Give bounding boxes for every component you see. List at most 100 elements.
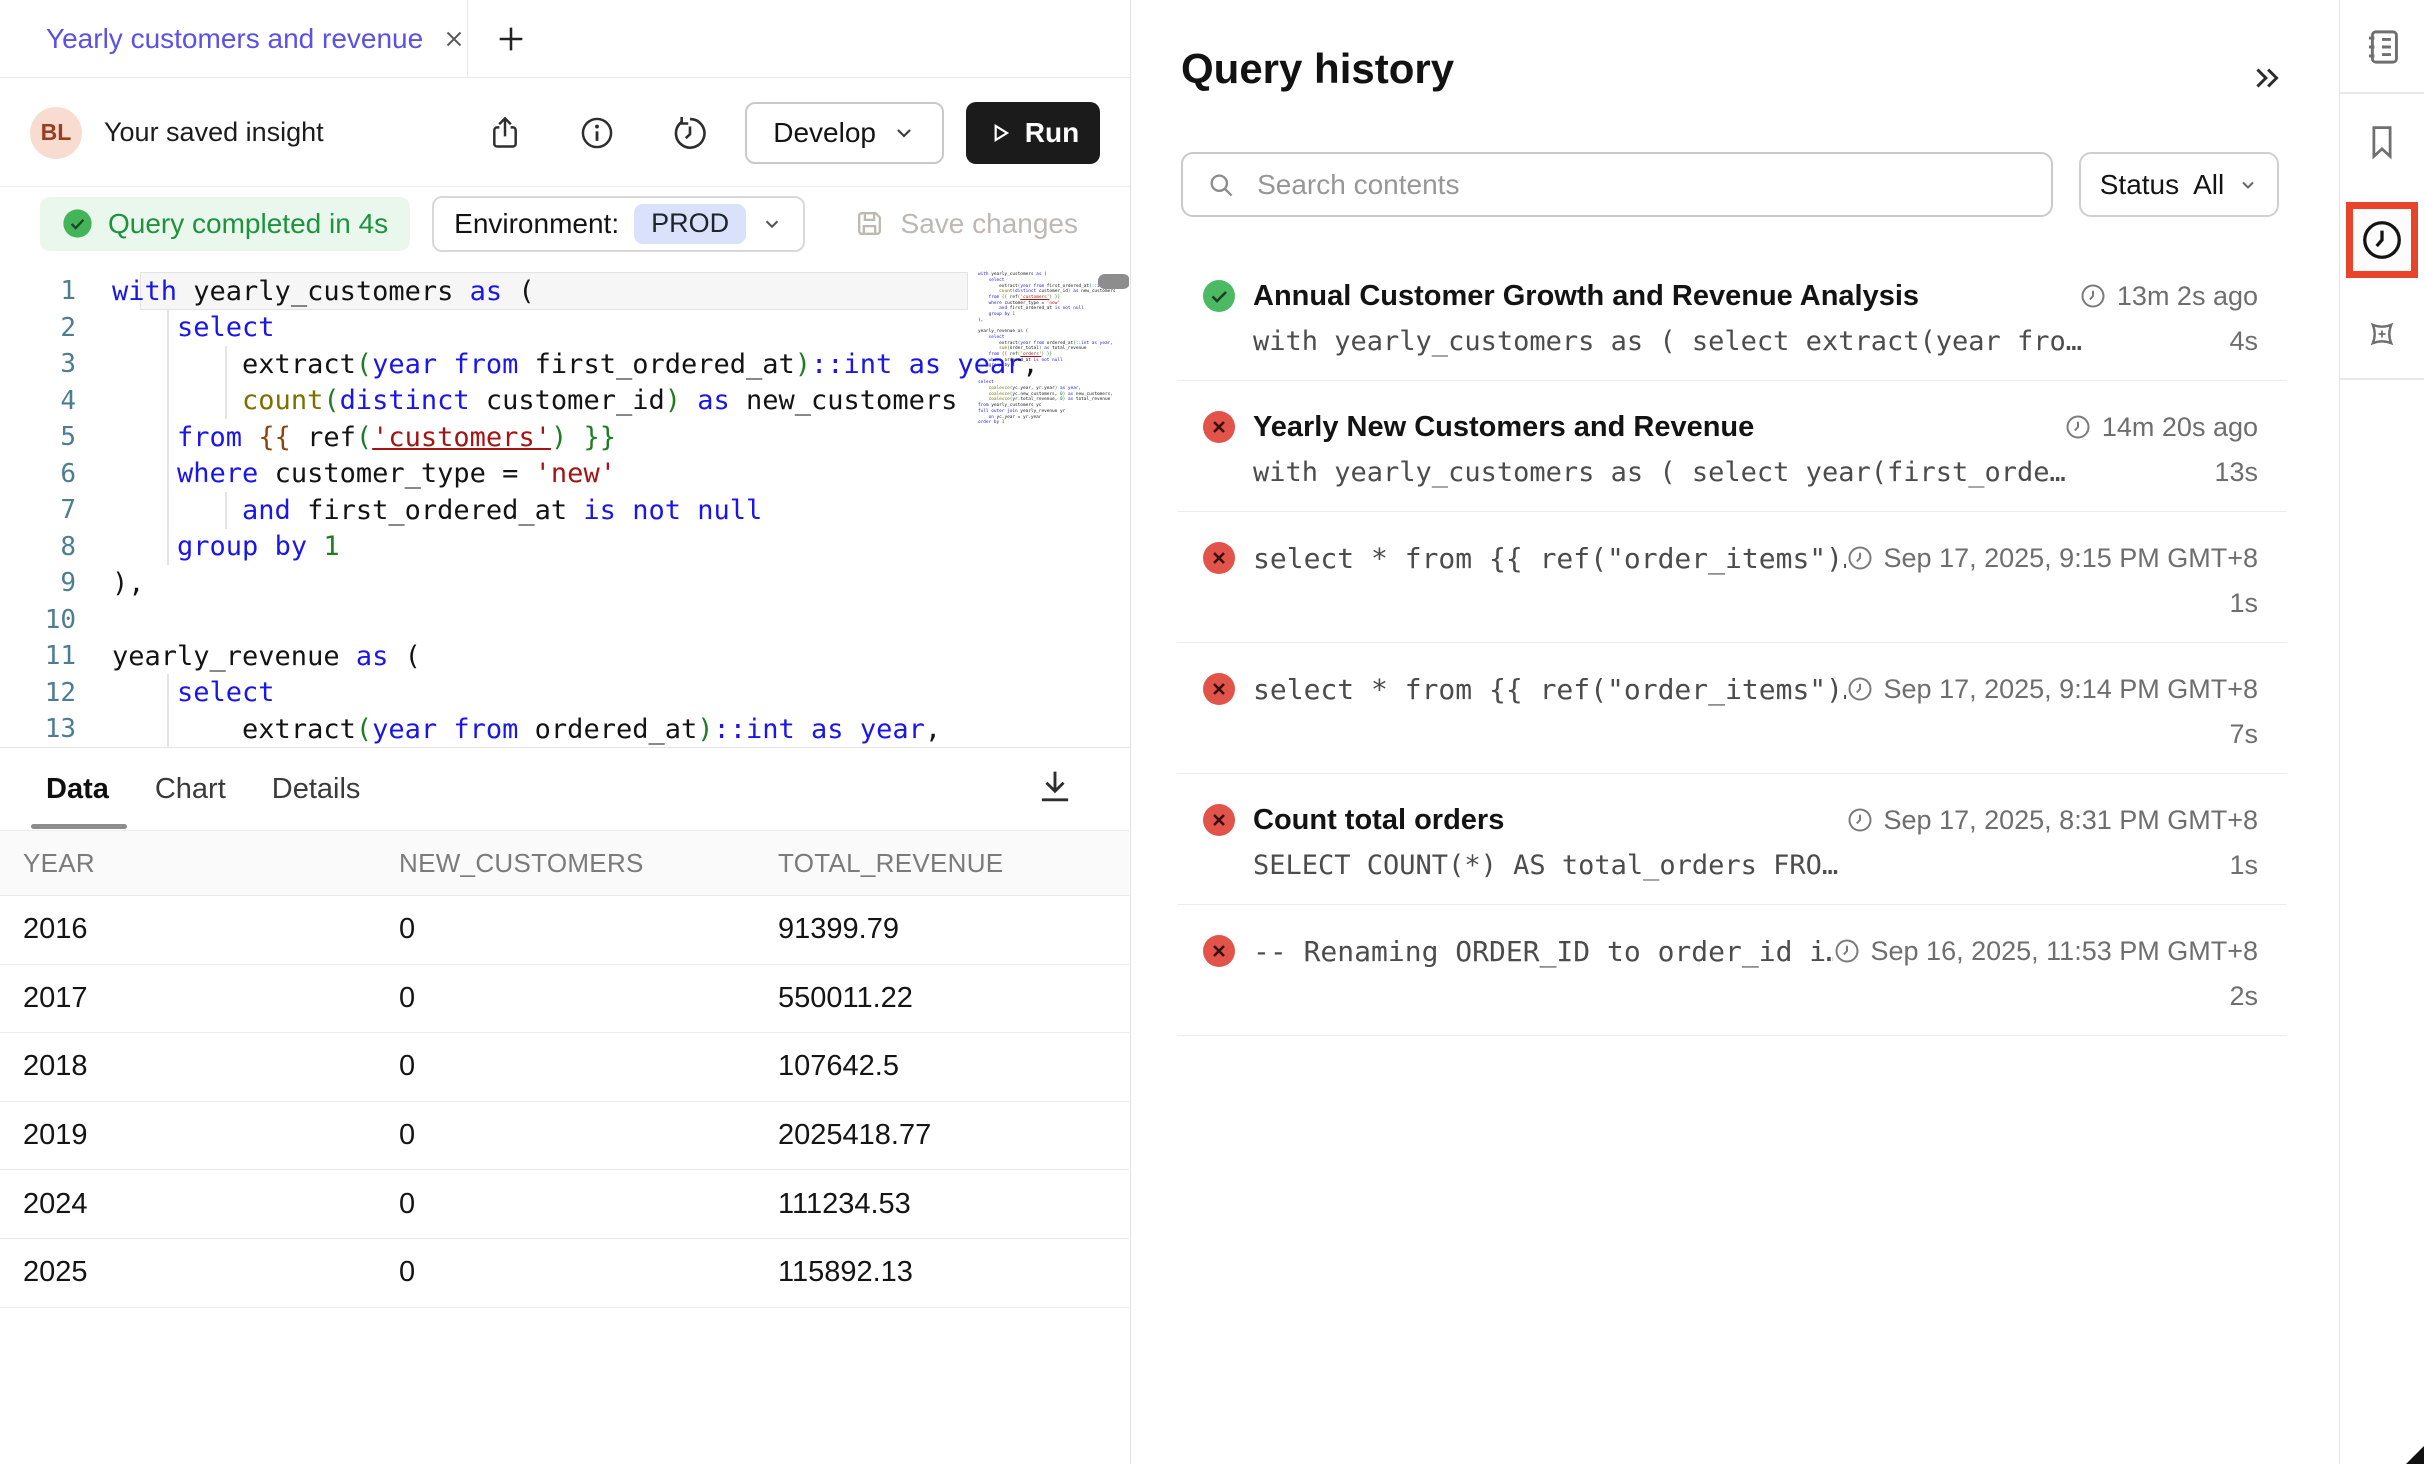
sql-editor[interactable]: 1with yearly_customers as (2 select3 ext… xyxy=(0,260,1129,747)
table-row[interactable]: 20180107642.5 xyxy=(0,1033,1129,1102)
search-box[interactable] xyxy=(1181,152,2053,217)
results-tab-chart[interactable]: Chart xyxy=(155,773,226,806)
status-filter-label: Status xyxy=(2100,169,2179,201)
close-tab-icon[interactable] xyxy=(441,26,467,52)
semantic-layer-icon[interactable] xyxy=(2358,310,2406,358)
status-icon xyxy=(1202,672,1236,706)
code-line: 6 where customer_type = 'new' xyxy=(0,456,1039,493)
line-number: 5 xyxy=(0,422,112,452)
editor-minimap[interactable]: with yearly_customers as ( select extrac… xyxy=(978,272,1118,426)
history-item-sql-preview: with yearly_customers as ( select extrac… xyxy=(1253,326,2229,357)
code-line: 5 from {{ ref('customers') }} xyxy=(0,419,1039,456)
history-item-time: Sep 16, 2025, 11:53 PM GMT+8 xyxy=(1833,936,2258,967)
table-cell: 550011.22 xyxy=(778,982,1129,1015)
table-row[interactable]: 20250115892.13 xyxy=(0,1239,1129,1308)
app-window: Yearly customers and revenue BL Your sav… xyxy=(0,0,2424,1464)
history-item-title-row: -- Renaming ORDER_ID to order_id i… Sep … xyxy=(1177,929,2258,973)
query-status-pill: Query completed in 4s xyxy=(40,197,410,251)
code-line: 12 select xyxy=(0,675,1039,712)
history-item-duration: 4s xyxy=(2229,326,2258,357)
bookmark-icon[interactable] xyxy=(2362,122,2402,162)
code-line: count(distinct customer_id) as new_custo… xyxy=(978,289,1118,295)
develop-button[interactable]: Develop xyxy=(745,102,944,164)
history-item-time: Sep 17, 2025, 8:31 PM GMT+8 xyxy=(1846,805,2258,836)
run-button[interactable]: Run xyxy=(966,102,1100,164)
check-circle-icon xyxy=(62,208,93,239)
download-icon[interactable] xyxy=(1034,765,1076,807)
history-item-title-row: Count total orders Sep 17, 2025, 8:31 PM… xyxy=(1177,798,2258,842)
code-line: coalesce(yr.total_revenue, 0) as total_r… xyxy=(978,397,1118,403)
line-number: 8 xyxy=(0,532,112,562)
tab-yearly-customers[interactable]: Yearly customers and revenue xyxy=(0,0,468,77)
table-row[interactable]: 201902025418.77 xyxy=(0,1102,1129,1171)
query-history-item[interactable]: Count total orders Sep 17, 2025, 8:31 PM… xyxy=(1177,790,2287,905)
results-tab-data[interactable]: Data xyxy=(46,773,109,806)
history-item-time: Sep 17, 2025, 9:15 PM GMT+8 xyxy=(1846,543,2258,574)
chevron-down-icon xyxy=(2238,175,2258,195)
history-item-time-text: Sep 17, 2025, 9:15 PM GMT+8 xyxy=(1884,543,2258,574)
chevron-down-icon xyxy=(761,213,783,235)
rail-divider xyxy=(2340,378,2424,380)
history-item-duration: 13s xyxy=(2214,457,2258,488)
table-cell: 2017 xyxy=(23,982,399,1015)
history-item-time: 14m 20s ago xyxy=(2064,412,2258,443)
new-tab-button[interactable] xyxy=(494,22,528,56)
clock-icon xyxy=(2064,413,2092,441)
clock-icon xyxy=(1846,675,1874,703)
code-line: 9), xyxy=(0,565,1039,602)
save-changes-label: Save changes xyxy=(901,208,1078,240)
avatar[interactable]: BL xyxy=(30,107,82,159)
query-history-item[interactable]: -- Renaming ORDER_ID to order_id i… Sep … xyxy=(1177,921,2287,1036)
collapse-panel-icon[interactable] xyxy=(2249,60,2285,96)
save-changes-button[interactable]: Save changes xyxy=(853,207,1078,240)
notebook-icon[interactable] xyxy=(2360,25,2404,69)
history-item-title: -- Renaming ORDER_ID to order_id i… xyxy=(1253,935,1833,968)
table-cell: 2019 xyxy=(23,1119,399,1152)
editor-scrollbar-thumb[interactable] xyxy=(1098,274,1129,289)
query-history-item[interactable]: Yearly New Customers and Revenue 14m 20s… xyxy=(1177,397,2287,512)
table-row[interactable]: 2016091399.79 xyxy=(0,896,1129,965)
clock-icon xyxy=(1833,937,1861,965)
column-header: NEW_CUSTOMERS xyxy=(399,848,778,879)
query-history-item[interactable]: select * from {{ ref("order_items")… Sep… xyxy=(1177,528,2287,643)
error-icon xyxy=(1202,541,1236,575)
line-number: 2 xyxy=(0,313,112,343)
column-header: TOTAL_REVENUE xyxy=(778,848,1129,879)
history-item-title-row: Annual Customer Growth and Revenue Analy… xyxy=(1177,274,2258,318)
table-row[interactable]: 20240111234.53 xyxy=(0,1170,1129,1239)
table-row[interactable]: 20170550011.22 xyxy=(0,965,1129,1034)
tab-title: Yearly customers and revenue xyxy=(46,23,423,55)
develop-label: Develop xyxy=(773,117,876,149)
history-item-title-row: select * from {{ ref("order_items")… Sep… xyxy=(1177,536,2258,580)
code-line: 13 extract(year from ordered_at)::int as… xyxy=(0,711,1039,747)
table-cell: 2024 xyxy=(23,1188,399,1221)
status-icon xyxy=(1202,410,1236,444)
query-history-item[interactable]: Annual Customer Growth and Revenue Analy… xyxy=(1177,266,2287,381)
version-history-icon[interactable] xyxy=(671,114,709,152)
results-tab-bar: Data Chart Details xyxy=(0,747,1130,830)
history-item-title: Yearly New Customers and Revenue xyxy=(1253,411,2064,444)
play-icon xyxy=(987,120,1013,146)
history-item-detail-row: 7s xyxy=(1177,713,2258,755)
line-number: 6 xyxy=(0,459,112,489)
query-history-rail-button-highlighted[interactable] xyxy=(2346,202,2418,278)
table-cell: 2025 xyxy=(23,1256,399,1289)
share-icon[interactable] xyxy=(487,115,523,151)
toolbar-icons xyxy=(487,114,709,152)
query-history-panel: Query history Status All Annual Customer… xyxy=(1131,0,2339,1464)
query-history-item[interactable]: select * from {{ ref("order_items")… Sep… xyxy=(1177,659,2287,774)
code-line: 10 xyxy=(0,602,1039,639)
history-item-duration: 7s xyxy=(2229,719,2258,750)
info-icon[interactable] xyxy=(579,115,615,151)
insight-subtitle: Your saved insight xyxy=(104,117,324,148)
status-filter-value: All xyxy=(2193,169,2224,201)
environment-select[interactable]: Environment: PROD xyxy=(432,196,805,252)
search-input[interactable] xyxy=(1255,168,2027,202)
table-cell: 111234.53 xyxy=(778,1188,1129,1221)
code-lines[interactable]: 1with yearly_customers as (2 select3 ext… xyxy=(0,273,1039,747)
table-cell: 91399.79 xyxy=(778,913,1129,946)
table-cell: 2018 xyxy=(23,1050,399,1083)
line-number: 7 xyxy=(0,495,112,525)
status-filter-dropdown[interactable]: Status All xyxy=(2079,152,2279,217)
results-tab-details[interactable]: Details xyxy=(272,773,361,806)
